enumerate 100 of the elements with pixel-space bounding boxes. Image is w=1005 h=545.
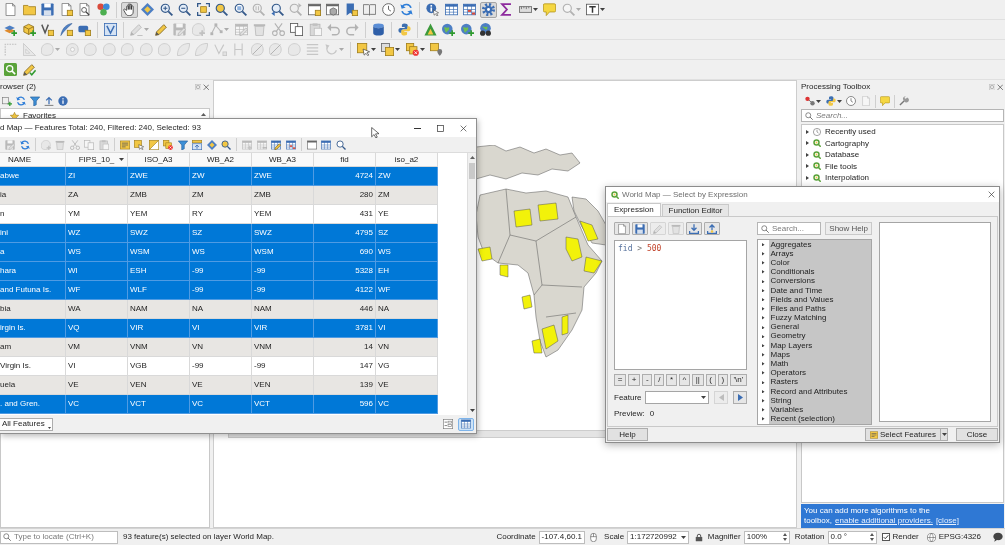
table-marked-button[interactable]: [283, 138, 298, 151]
feather-plus-button[interactable]: [57, 21, 75, 38]
magnifier-back-button[interactable]: [268, 1, 286, 18]
mouse-icon[interactable]: [589, 532, 599, 542]
corner-brackets-button[interactable]: [194, 1, 212, 18]
right-triangle-icon[interactable]: [762, 252, 765, 256]
pencil-check-button[interactable]: [20, 61, 38, 78]
info-cursor-button[interactable]: [424, 1, 441, 18]
tree-item[interactable]: Recently used: [802, 126, 1003, 138]
operator-button[interactable]: ||: [692, 374, 704, 386]
table-button[interactable]: [458, 417, 474, 431]
table-row[interactable]: . and Gren. VC VCT VC VCT 596 VC: [0, 395, 438, 414]
chevron-frame-button[interactable]: [102, 21, 119, 38]
right-triangle-icon[interactable]: [762, 270, 765, 274]
window-button[interactable]: [304, 138, 319, 151]
render-checkbox[interactable]: [881, 533, 890, 541]
magnifier-tile-button[interactable]: [2, 61, 19, 78]
magnifier-button[interactable]: [333, 138, 348, 151]
box-plus-button[interactable]: [20, 21, 38, 38]
linked-dots-button[interactable]: [803, 94, 823, 108]
minimize-icon[interactable]: [414, 127, 421, 129]
right-triangle-icon[interactable]: [762, 261, 765, 265]
close-button[interactable]: Close: [956, 428, 998, 441]
operator-button[interactable]: /: [654, 374, 665, 386]
right-triangle-icon[interactable]: [762, 371, 765, 375]
right-triangle-icon[interactable]: [762, 325, 765, 330]
hand-button[interactable]: [120, 1, 138, 18]
lock-icon[interactable]: [694, 532, 703, 542]
globe-plus-button[interactable]: [458, 21, 476, 38]
square-cursor-button[interactable]: [132, 138, 146, 151]
map-window-button[interactable]: [305, 1, 323, 18]
table-pencil-button[interactable]: [269, 138, 283, 151]
clock-button[interactable]: [379, 1, 397, 18]
twin-shapes-button[interactable]: [395, 21, 413, 38]
right-triangle-icon[interactable]: [806, 175, 809, 180]
table-row[interactable]: uela VE VEN VE VEN 139 VE: [0, 376, 438, 395]
right-triangle-icon[interactable]: [762, 279, 765, 284]
arrow-bar-button[interactable]: [42, 94, 56, 108]
half-square-button[interactable]: [146, 138, 161, 151]
pan-diamond-button[interactable]: [139, 1, 156, 18]
text-box-button[interactable]: [584, 1, 607, 18]
refresh-button[interactable]: [17, 138, 32, 151]
blank-page-button[interactable]: [614, 222, 630, 235]
two-pages-button[interactable]: [288, 21, 305, 38]
table-row[interactable]: and Futuna Is. WF WLF -99 -99 4122 WF: [0, 281, 438, 300]
show-help-button[interactable]: Show Help: [825, 222, 872, 235]
right-triangle-icon[interactable]: [762, 288, 765, 293]
table-row[interactable]: a WS WSM WS WSM 690 WS: [0, 243, 438, 262]
table-button[interactable]: [442, 1, 460, 18]
close-icon[interactable]: [460, 124, 467, 132]
squares-cross-button[interactable]: [161, 138, 175, 151]
right-triangle-icon[interactable]: [762, 408, 765, 412]
right-triangle-icon[interactable]: [762, 307, 765, 311]
coordinate-field[interactable]: -107.4,60.1: [538, 530, 586, 544]
right-triangle-icon[interactable]: [762, 389, 765, 394]
floppy-disk-button[interactable]: [39, 1, 56, 18]
operator-button[interactable]: '\n': [729, 374, 747, 386]
message-icon[interactable]: [993, 532, 1003, 542]
solid-magnifier-button[interactable]: [219, 138, 233, 151]
square-lines-button[interactable]: [117, 138, 132, 151]
triangle-button[interactable]: [421, 21, 439, 38]
operator-button[interactable]: ^: [678, 374, 690, 386]
speech-bubble-button[interactable]: [541, 1, 558, 18]
table-button[interactable]: [319, 138, 333, 151]
next-button[interactable]: [733, 391, 747, 404]
table-row[interactable]: ini WZ SWZ SZ SWZ 4795 SZ: [0, 224, 438, 243]
tab[interactable]: Function Editor: [661, 204, 730, 216]
pencil-button[interactable]: [152, 21, 170, 38]
search-field[interactable]: Search...: [757, 222, 822, 235]
close-icon[interactable]: [996, 83, 1003, 91]
chevron-square-button[interactable]: [39, 21, 56, 38]
right-triangle-icon[interactable]: [762, 417, 765, 421]
right-triangle-icon[interactable]: [806, 164, 809, 169]
right-triangle-icon[interactable]: [762, 334, 765, 339]
table-row[interactable]: hara WI ESH -99 -99 5328 EH: [0, 262, 438, 281]
right-triangle-icon[interactable]: [762, 297, 765, 302]
right-triangle-icon[interactable]: [806, 141, 809, 146]
operator-button[interactable]: (: [705, 374, 716, 386]
right-triangle-icon[interactable]: [762, 362, 765, 366]
square-plus-button[interactable]: [0, 94, 14, 108]
stacked-squares-button[interactable]: [379, 41, 402, 58]
providers-link[interactable]: enable additional providers.: [835, 516, 933, 525]
table-row[interactable]: irgin Is. VQ VIR VI VIR 3781 VI: [0, 319, 438, 338]
solid-magnifier-button[interactable]: [213, 1, 230, 18]
upload-button[interactable]: [704, 222, 720, 235]
magnifier-spinbox[interactable]: 100%: [743, 530, 790, 544]
dropdown-button[interactable]: [941, 428, 948, 441]
gear-button[interactable]: [479, 1, 497, 18]
right-triangle-icon[interactable]: [762, 343, 765, 348]
operator-button[interactable]: ): [717, 374, 728, 386]
right-triangle-icon[interactable]: [806, 152, 809, 157]
style-dots-button[interactable]: [94, 1, 112, 18]
right-triangle-icon[interactable]: [806, 129, 809, 134]
help-button[interactable]: Help: [607, 428, 648, 441]
table-row[interactable]: ia ZA ZMB ZM ZMB 280 ZM: [0, 186, 438, 205]
operator-button[interactable]: *: [666, 374, 677, 386]
blank-page-button[interactable]: [2, 1, 19, 18]
close-icon[interactable]: [988, 191, 995, 198]
refresh-button[interactable]: [14, 94, 28, 108]
page-magnifier-button[interactable]: [76, 1, 93, 18]
